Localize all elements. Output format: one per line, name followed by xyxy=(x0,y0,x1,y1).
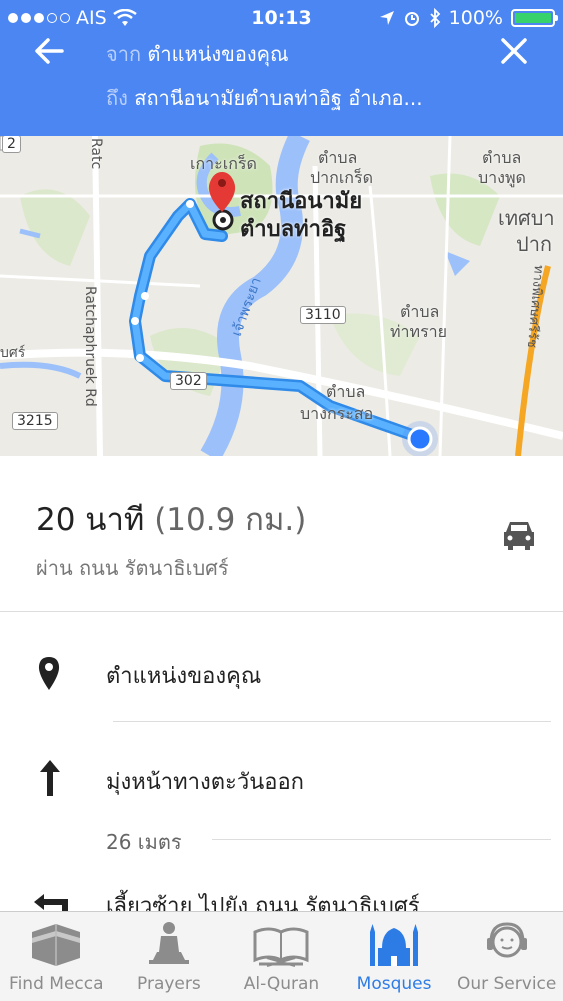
tab-prayers[interactable]: Prayers xyxy=(113,912,226,1001)
tab-find-mecca[interactable]: Find Mecca xyxy=(0,912,113,1001)
distance-value: (10.9 กม.) xyxy=(154,502,307,538)
map-label-kokkret: เกาะเกร็ด xyxy=(190,154,257,173)
support-agent-icon xyxy=(486,922,527,958)
route-map[interactable]: 2 เกาะเกร็ด ตำบล ปากเกร็ด ตำบล บางพูด เท… xyxy=(0,136,563,456)
destination-map-label: สถานีอนามัย ตำบลท่าอิฐ xyxy=(240,188,362,244)
road-badge-302: 302 xyxy=(170,372,207,390)
route-summary[interactable]: 20 นาที (10.9 กม.) ผ่าน ถนน รัตนาธิเบศร์ xyxy=(0,456,563,612)
road-name-ratchaphruek: Ratchaphruek Rd xyxy=(82,286,98,407)
road-badge-2: 2 xyxy=(2,136,21,153)
car-icon[interactable] xyxy=(500,518,538,552)
map-label-thesaban-2: ปาก xyxy=(516,232,553,256)
tab-label-prayers: Prayers xyxy=(137,974,201,994)
map-label-bangkraso-2: บางกระสอ xyxy=(300,404,374,423)
step-2-distance: 26 เมตร xyxy=(106,830,182,854)
battery-percent: 100% xyxy=(448,7,503,29)
road-badge-3110: 3110 xyxy=(300,306,346,324)
kaaba-icon xyxy=(32,924,81,966)
tab-label-mosques: Mosques xyxy=(356,974,432,994)
tab-bar: Find Mecca Prayers Al-Quran Mosques Our … xyxy=(0,911,563,1001)
tab-label-find-mecca: Find Mecca xyxy=(9,974,104,994)
origin-value: ตำแหน่งของคุณ xyxy=(147,42,289,66)
tab-al-quran[interactable]: Al-Quran xyxy=(225,912,338,1001)
turn-left-icon xyxy=(34,894,68,912)
step-divider xyxy=(212,839,551,840)
alarm-icon xyxy=(404,12,419,26)
destination-value: สถานีอนามัยตำบลท่าอิฐ อำเภอ... xyxy=(134,86,423,110)
step-2-text[interactable]: มุ่งหน้าทางตะวันออก xyxy=(106,764,304,799)
tab-mosques[interactable]: Mosques xyxy=(338,912,451,1001)
step-1-text[interactable]: ตำแหน่งของคุณ xyxy=(106,658,261,693)
battery-icon xyxy=(511,9,558,27)
mosque-icon xyxy=(370,924,419,966)
destination-map-label-line2: ตำบลท่าอิฐ xyxy=(240,217,347,242)
road-name-ratcha-top: Ratc xyxy=(88,138,104,170)
status-bar: AIS 10:13 100% xyxy=(0,0,563,38)
map-label-bangphut-2: บางพูด xyxy=(478,168,526,187)
top-bar: AIS 10:13 100% จาก ตำแหน่งของคุณ ถึง สถา… xyxy=(0,0,563,136)
location-arrow-icon xyxy=(379,11,394,25)
back-arrow-icon[interactable] xyxy=(32,34,66,68)
tab-our-service[interactable]: Our Service xyxy=(450,912,563,1001)
close-icon[interactable] xyxy=(497,34,531,68)
status-right: 100% xyxy=(379,7,558,29)
map-label-thasai-2: ท่าทราย xyxy=(390,322,448,341)
bluetooth-icon xyxy=(430,8,440,28)
quran-book-icon xyxy=(253,927,309,967)
location-pin-icon xyxy=(38,657,60,690)
origin-field[interactable]: จาก ตำแหน่งของคุณ xyxy=(106,38,289,70)
duration-value: 20 นาที xyxy=(36,502,145,538)
prayer-person-icon xyxy=(148,922,189,964)
road-badge-3215: 3215 xyxy=(12,412,58,430)
arrow-up-icon xyxy=(40,760,60,796)
tab-label-our-service: Our Service xyxy=(456,974,557,994)
destination-label: ถึง xyxy=(106,86,128,110)
route-via: ผ่าน ถนน รัตนาธิเบศร์ xyxy=(36,556,229,580)
route-duration: 20 นาที (10.9 กม.) xyxy=(36,494,306,544)
destination-field[interactable]: ถึง สถานีอนามัยตำบลท่าอิฐ อำเภอ... xyxy=(106,82,486,114)
destination-map-label-line1: สถานีอนามัย xyxy=(240,189,363,214)
tab-label-al-quran: Al-Quran xyxy=(243,974,320,994)
map-label-left-edge: บศร์ xyxy=(0,345,26,361)
origin-label: จาก xyxy=(106,42,142,66)
step-divider xyxy=(113,721,551,722)
